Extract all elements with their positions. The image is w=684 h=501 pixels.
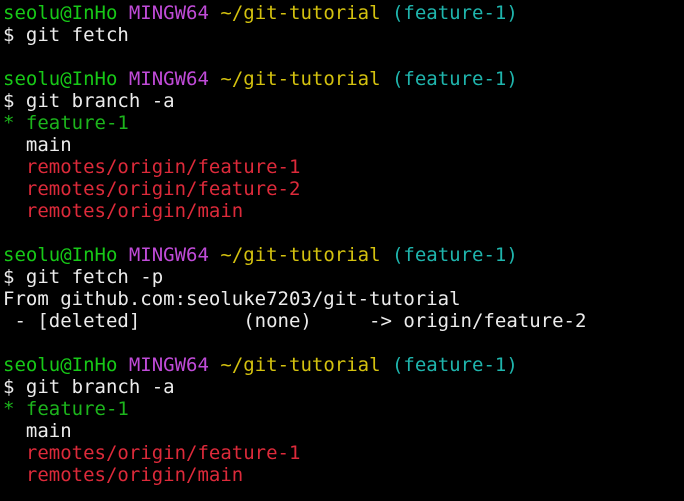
prompt-branch: (feature-1) [391, 354, 518, 376]
prompt-line: seolu@InHo MINGW64 ~/git-tutorial (featu… [3, 244, 684, 266]
prompt-symbol: $ [3, 90, 15, 112]
prompt-symbol: $ [3, 376, 15, 398]
output-line: - [deleted] (none) -> origin/feature-2 [3, 310, 587, 332]
prompt-path: ~/git-tutorial [220, 354, 381, 376]
prompt-user: seolu@InHo [3, 244, 118, 266]
prompt-path: ~/git-tutorial [220, 68, 381, 90]
command-line: $ git branch -a [3, 90, 684, 112]
prompt-path: ~/git-tutorial [220, 2, 381, 24]
remote-branch-line: remotes/origin/feature-1 [3, 442, 301, 464]
prompt-system: MINGW64 [128, 244, 209, 266]
remote-branch-line: remotes/origin/main [3, 200, 244, 222]
command-text: git branch -a [25, 90, 175, 112]
command-line: $ git fetch -p [3, 266, 684, 288]
remote-branch-line: remotes/origin/main [3, 464, 244, 486]
command-line: $ git branch -a [3, 376, 684, 398]
prompt-user: seolu@InHo [3, 2, 118, 24]
prompt-line: seolu@InHo MINGW64 ~/git-tutorial (featu… [3, 2, 684, 24]
prompt-line: seolu@InHo MINGW64 ~/git-tutorial (featu… [3, 354, 684, 376]
command-text: git branch -a [25, 376, 175, 398]
prompt-user: seolu@InHo [3, 68, 118, 90]
command-text: git fetch -p [25, 266, 164, 288]
prompt-branch: (feature-1) [391, 68, 518, 90]
remote-branch-line: remotes/origin/feature-1 [3, 156, 301, 178]
prompt-system: MINGW64 [128, 354, 209, 376]
command-text: git fetch [25, 24, 129, 46]
prompt-branch: (feature-1) [391, 244, 518, 266]
prompt-line: seolu@InHo MINGW64 ~/git-tutorial (featu… [3, 68, 684, 90]
remote-branch-line: remotes/origin/feature-2 [3, 178, 301, 200]
command-line: $ git fetch [3, 24, 684, 46]
output-line: From github.com:seoluke7203/git-tutorial [3, 288, 461, 310]
current-branch-line: * feature-1 [3, 398, 129, 420]
prompt-system: MINGW64 [128, 68, 209, 90]
prompt-symbol: $ [3, 266, 15, 288]
terminal-window[interactable]: seolu@InHo MINGW64 ~/git-tutorial (featu… [0, 0, 684, 501]
local-branch-line: main [3, 420, 72, 442]
current-branch-line: * feature-1 [3, 112, 129, 134]
local-branch-line: main [3, 134, 72, 156]
prompt-path: ~/git-tutorial [220, 244, 381, 266]
prompt-symbol: $ [3, 24, 15, 46]
prompt-branch: (feature-1) [391, 2, 518, 24]
prompt-user: seolu@InHo [3, 354, 118, 376]
prompt-system: MINGW64 [128, 2, 209, 24]
